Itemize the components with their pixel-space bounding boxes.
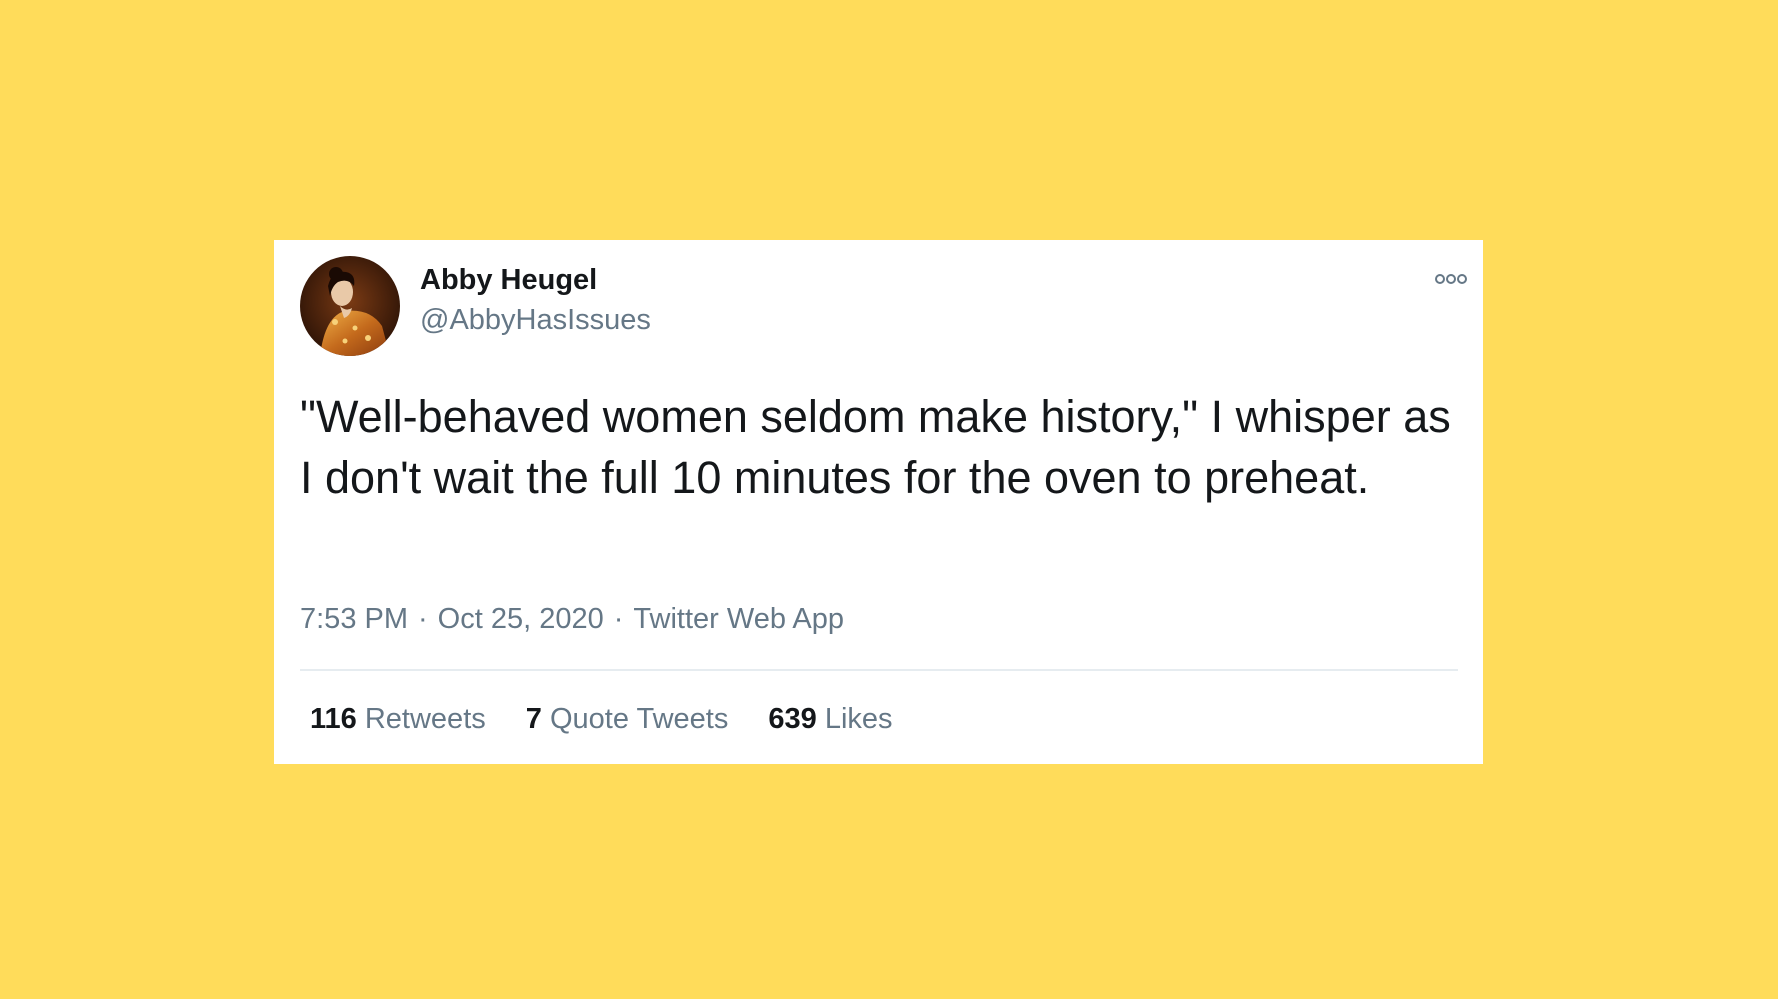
author-handle[interactable]: @AbbyHasIssues [420, 306, 651, 335]
meta-separator: · [418, 603, 428, 635]
meta-separator: · [613, 603, 624, 635]
likes-count: 639 [768, 703, 817, 735]
background-canvas: Abby Heugel @AbbyHasIssues "Well-behaved… [0, 0, 1778, 999]
author-display-name[interactable]: Abby Heugel [420, 266, 597, 295]
likes-stat[interactable]: 639 Likes [768, 705, 892, 734]
tweet-time[interactable]: 7:53 PM [300, 603, 408, 635]
divider [300, 669, 1458, 671]
tweet-card: Abby Heugel @AbbyHasIssues "Well-behaved… [274, 240, 1483, 764]
more-options-icon [1435, 274, 1467, 284]
tweet-stats: 116 Retweets 7 Quote Tweets 639 Likes [310, 705, 893, 734]
avatar-image [300, 256, 400, 356]
likes-label: Likes [824, 703, 893, 735]
retweets-stat[interactable]: 116 Retweets [310, 705, 486, 734]
retweets-label: Retweets [364, 703, 486, 735]
tweet-source[interactable]: Twitter Web App [633, 603, 844, 635]
avatar[interactable] [300, 256, 400, 356]
quote-tweets-label: Quote Tweets [549, 703, 729, 735]
quote-tweets-stat[interactable]: 7 Quote Tweets [526, 705, 729, 734]
more-options-button[interactable] [1433, 272, 1469, 286]
tweet-date[interactable]: Oct 25, 2020 [438, 603, 604, 635]
retweets-count: 116 [310, 703, 357, 735]
quote-tweets-count: 7 [525, 703, 542, 735]
tweet-text: "Well-behaved women seldom make history,… [300, 391, 1451, 503]
tweet-meta: 7:53 PM · Oct 25, 2020 · Twitter Web App [300, 605, 844, 634]
